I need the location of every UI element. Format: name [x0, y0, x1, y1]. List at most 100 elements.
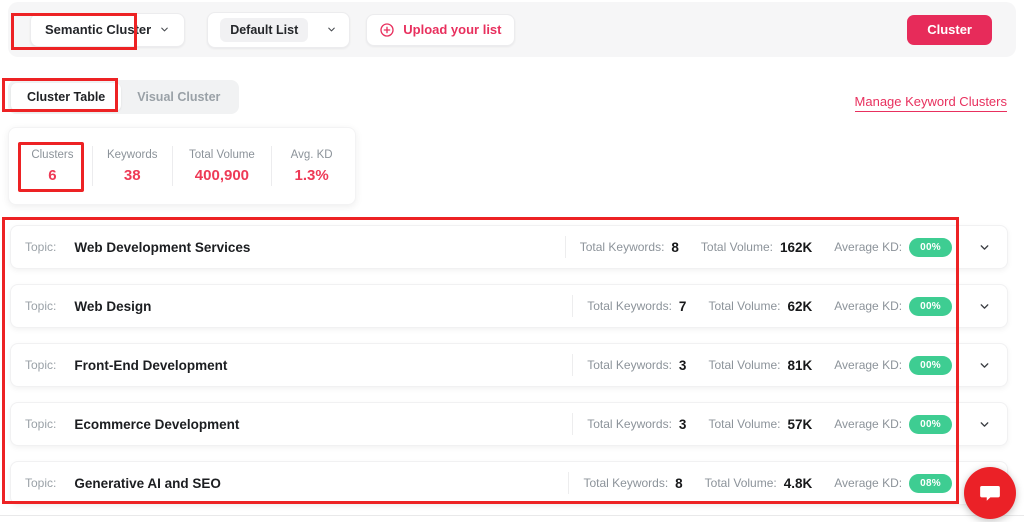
summary-stats-card: Clusters 6 Keywords 38 Total Volume 400,…: [8, 127, 356, 205]
average-kd-pair: Average KD: 00%: [834, 414, 952, 434]
list-selector-dropdown[interactable]: Default List: [207, 11, 351, 48]
tab-visual-cluster[interactable]: Visual Cluster: [121, 83, 236, 111]
total-keywords-label: Total Keywords:: [583, 476, 669, 490]
topic-label: Topic:: [25, 299, 57, 313]
average-kd-pair: Average KD: 00%: [834, 296, 952, 316]
total-volume-pair: Total Volume: 4.8K: [705, 476, 813, 491]
divider: [572, 295, 574, 317]
total-volume-pair: Total Volume: 81K: [708, 358, 812, 373]
stat-clusters: Clusters 6: [13, 149, 92, 184]
list-selector-label: Default List: [220, 17, 309, 42]
total-volume-pair: Total Volume: 57K: [708, 417, 812, 432]
total-keywords-value: 8: [675, 475, 683, 491]
topic-name: Ecommerce Development: [74, 416, 240, 432]
total-volume-label: Total Volume:: [708, 299, 781, 313]
row-stats: Total Keywords: 3 Total Volume: 57K Aver…: [572, 413, 991, 435]
average-kd-pair: Average KD: 00%: [834, 355, 952, 375]
topic-label: Topic:: [25, 417, 57, 431]
stat-value: 38: [123, 166, 141, 184]
row-stats: Total Keywords: 8 Total Volume: 162K Ave…: [564, 236, 991, 258]
cluster-type-dropdown[interactable]: Semantic Cluster: [30, 12, 186, 47]
view-tabs: Cluster Table Visual Cluster: [8, 80, 240, 114]
average-kd-pair: Average KD: 08%: [834, 473, 952, 493]
total-keywords-pair: Total Keywords: 8: [580, 240, 679, 255]
cluster-rows-list: Topic: Web Development Services Total Ke…: [10, 225, 1008, 520]
total-keywords-value: 3: [678, 416, 687, 432]
stat-total-volume: Total Volume 400,900: [173, 149, 272, 184]
chevron-down-icon: [326, 24, 337, 35]
total-volume-value: 4.8K: [783, 475, 813, 491]
stat-avg-kd: Avg. KD 1.3%: [272, 149, 351, 184]
cluster-row: Topic: Front-End Development Total Keywo…: [10, 343, 1008, 387]
upload-list-label: Upload your list: [403, 22, 502, 37]
total-volume-label: Total Volume:: [708, 417, 781, 431]
divider: [568, 472, 570, 494]
stat-label: Keywords: [106, 148, 158, 161]
topic-name: Web Development Services: [74, 239, 251, 255]
stat-value: 1.3%: [294, 166, 329, 184]
circle-plus-icon: [379, 22, 395, 38]
total-keywords-value: 8: [671, 239, 679, 255]
topic-label: Topic:: [25, 358, 57, 372]
total-keywords-label: Total Keywords:: [587, 417, 672, 431]
average-kd-label: Average KD:: [834, 476, 903, 490]
total-keywords-label: Total Keywords:: [587, 299, 672, 313]
stat-value: 400,900: [194, 166, 250, 184]
row-stats: Total Keywords: 3 Total Volume: 81K Aver…: [572, 354, 991, 376]
total-keywords-pair: Total Keywords: 8: [583, 476, 682, 491]
chevron-down-icon: [159, 24, 170, 35]
expand-row-chevron-icon[interactable]: [978, 418, 991, 431]
expand-row-chevron-icon[interactable]: [978, 241, 991, 254]
total-keywords-value: 7: [678, 298, 687, 314]
cluster-row: Topic: Ecommerce Development Total Keywo…: [10, 402, 1008, 446]
row-stats: Total Keywords: 8 Total Volume: 4.8K Ave…: [568, 472, 991, 494]
cluster-row: Topic: Generative AI and SEO Total Keywo…: [10, 461, 1008, 505]
total-volume-value: 162K: [779, 239, 813, 255]
tab-cluster-table[interactable]: Cluster Table: [11, 83, 122, 111]
total-volume-value: 62K: [787, 298, 813, 314]
total-keywords-pair: Total Keywords: 7: [587, 299, 686, 314]
total-keywords-label: Total Keywords:: [587, 358, 672, 372]
toolbar: Semantic Cluster Default List Upload you…: [8, 2, 1016, 57]
divider: [572, 354, 574, 376]
chat-widget-button[interactable]: [964, 467, 1016, 519]
average-kd-label: Average KD:: [834, 240, 903, 254]
topic-label: Topic:: [25, 476, 57, 490]
total-keywords-label: Total Keywords:: [579, 240, 665, 254]
topic-label: Topic:: [25, 240, 57, 254]
kd-badge: 00%: [909, 237, 952, 257]
divider: [0, 515, 1024, 516]
total-volume-pair: Total Volume: 162K: [701, 240, 812, 255]
total-volume-value: 57K: [787, 416, 813, 432]
chat-bubble-icon: [977, 480, 1003, 506]
total-volume-value: 81K: [787, 357, 813, 373]
average-kd-pair: Average KD: 00%: [834, 237, 952, 257]
total-volume-label: Total Volume:: [704, 476, 777, 490]
kd-badge: 00%: [909, 355, 952, 375]
cluster-button[interactable]: Cluster: [907, 14, 992, 45]
kd-badge: 00%: [909, 296, 952, 316]
expand-row-chevron-icon[interactable]: [978, 300, 991, 313]
kd-badge: 00%: [909, 414, 952, 434]
manage-keyword-clusters-link[interactable]: Manage Keyword Clusters: [854, 94, 1007, 112]
divider: [564, 236, 566, 258]
average-kd-label: Average KD:: [834, 417, 903, 431]
cluster-row: Topic: Web Development Services Total Ke…: [10, 225, 1008, 269]
total-keywords-pair: Total Keywords: 3: [587, 417, 686, 432]
average-kd-label: Average KD:: [834, 299, 903, 313]
stat-value: 6: [48, 166, 57, 184]
expand-row-chevron-icon[interactable]: [978, 359, 991, 372]
topic-name: Web Design: [74, 298, 152, 314]
stat-keywords: Keywords 38: [93, 149, 172, 184]
topic-name: Front-End Development: [74, 357, 228, 373]
stat-label: Clusters: [31, 148, 74, 161]
total-keywords-value: 3: [678, 357, 687, 373]
total-keywords-pair: Total Keywords: 3: [587, 358, 686, 373]
stat-label: Avg. KD: [290, 148, 333, 161]
row-stats: Total Keywords: 7 Total Volume: 62K Aver…: [572, 295, 991, 317]
total-volume-label: Total Volume:: [700, 240, 773, 254]
topic-name: Generative AI and SEO: [74, 475, 221, 491]
upload-list-button[interactable]: Upload your list: [366, 13, 515, 46]
divider: [572, 413, 574, 435]
stat-label: Total Volume: [188, 148, 255, 161]
